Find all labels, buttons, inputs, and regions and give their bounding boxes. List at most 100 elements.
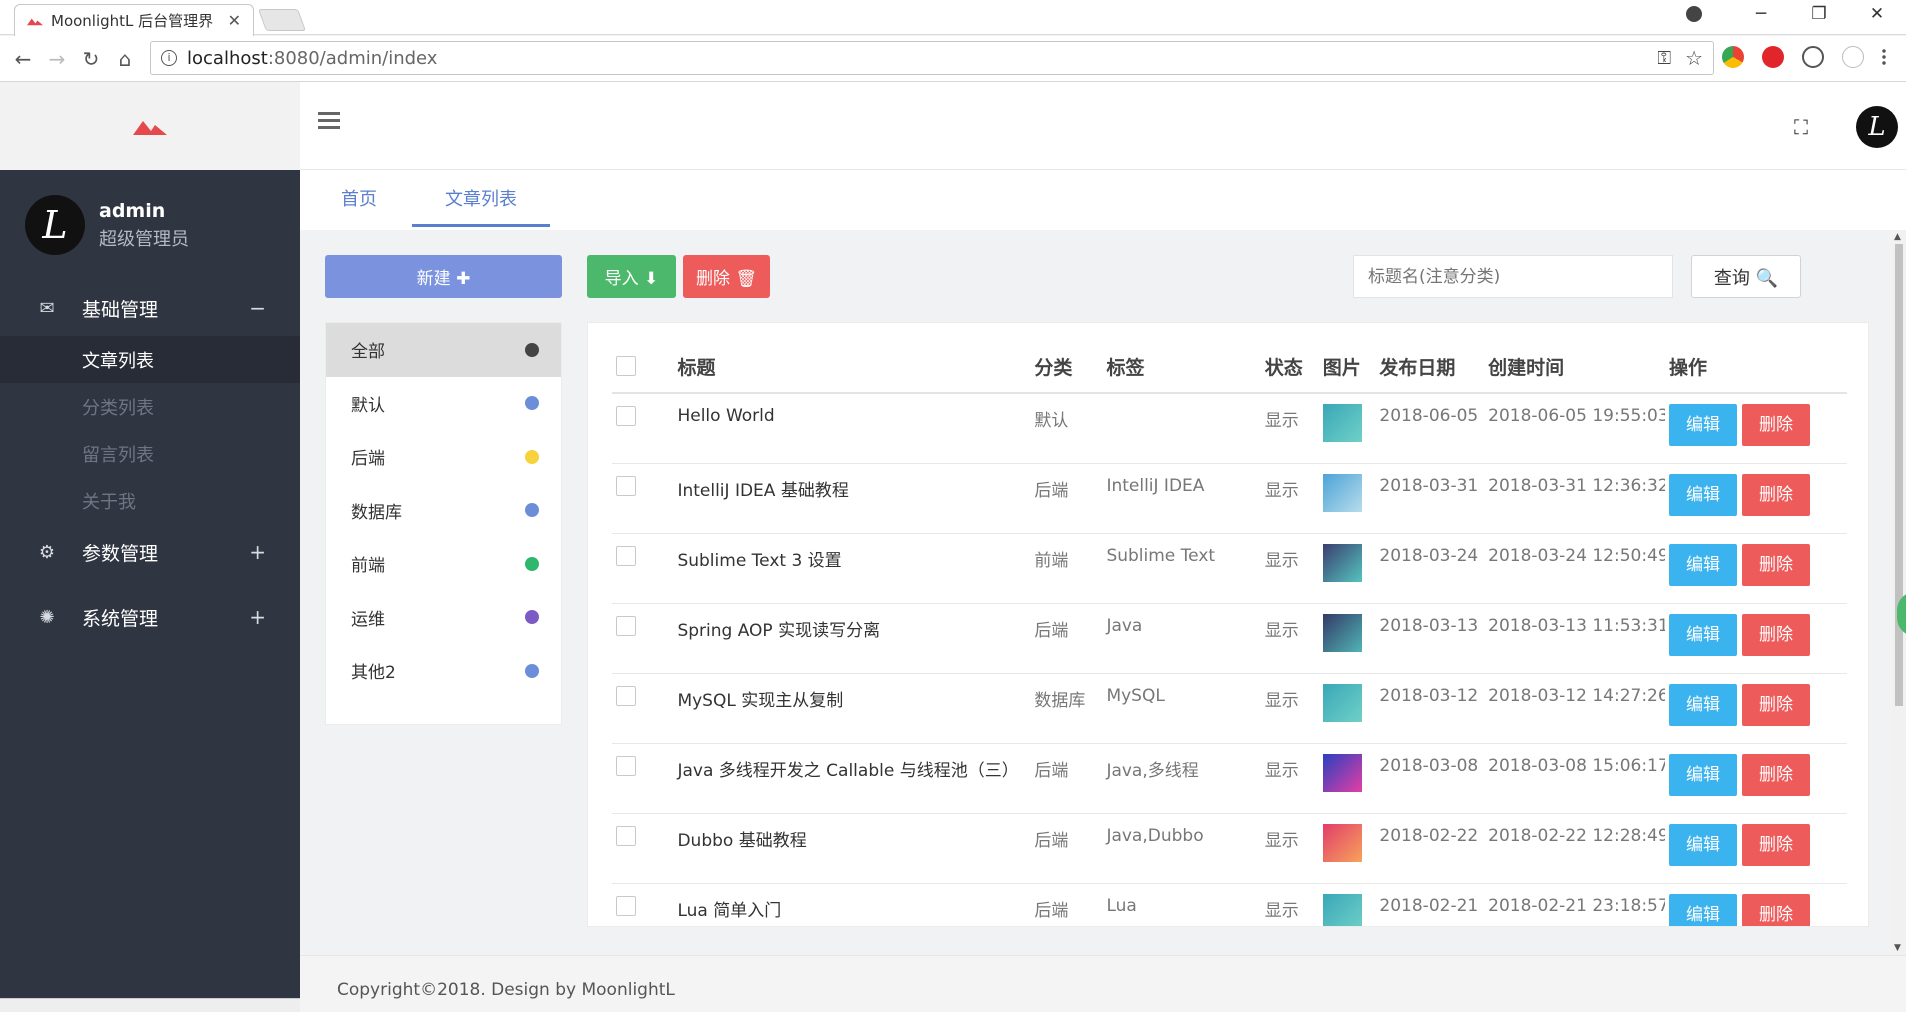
row-checkbox[interactable] — [616, 545, 636, 566]
row-publish-date: 2018-03-08 — [1375, 743, 1485, 814]
reload-icon[interactable]: ↻ — [74, 47, 108, 71]
batch-delete-button[interactable]: 删除 🗑 — [683, 255, 770, 298]
browser-tab-title: MoonlightL 后台管理界 — [51, 12, 214, 30]
new-button[interactable]: 新建 ✚ — [325, 255, 562, 298]
edit-button[interactable]: 编辑 — [1668, 683, 1737, 726]
profile-icon[interactable] — [1686, 6, 1702, 22]
import-button[interactable]: 导入 ⬇ — [587, 255, 676, 298]
forward-icon[interactable]: → — [40, 47, 74, 71]
extension-icon[interactable] — [1842, 46, 1864, 68]
edit-button[interactable]: 编辑 — [1668, 543, 1737, 586]
browser-tab[interactable]: MoonlightL 后台管理界 ✕ — [14, 4, 254, 36]
delete-button[interactable]: 删除 — [1741, 893, 1810, 926]
row-category: 前端 — [1030, 533, 1103, 604]
close-icon[interactable]: ✕ — [228, 11, 241, 30]
header-avatar[interactable]: L — [1856, 106, 1898, 148]
tab-article-list[interactable]: 文章列表 — [412, 170, 550, 227]
opera-extension-icon[interactable] — [1762, 46, 1784, 68]
edit-button[interactable]: 编辑 — [1668, 613, 1737, 656]
row-thumbnail — [1322, 404, 1362, 442]
edit-button[interactable]: 编辑 — [1668, 473, 1737, 516]
star-icon[interactable]: ☆ — [1685, 46, 1703, 70]
row-status: 显示 — [1260, 533, 1319, 604]
tab-home[interactable]: 首页 — [320, 170, 398, 227]
submenu-item-messages[interactable]: 留言列表 — [0, 430, 300, 477]
row-publish-date: 2018-06-05 — [1375, 393, 1485, 464]
user-role: 超级管理员 — [99, 228, 189, 250]
page-scrollbar[interactable]: ▲ ▼ — [1892, 230, 1906, 955]
moonlight-logo-icon — [27, 18, 43, 25]
menu-group-label: 参数管理 — [82, 542, 159, 565]
sync-extension-icon[interactable] — [1802, 46, 1824, 68]
more-menu-icon[interactable] — [1882, 48, 1886, 66]
menu-group-system[interactable]: ✺ 系统管理 + — [0, 586, 300, 648]
query-button[interactable]: 查询 🔍 — [1691, 255, 1801, 298]
edit-button[interactable]: 编辑 — [1668, 823, 1737, 866]
submenu-item-articles[interactable]: 文章列表 — [0, 336, 300, 383]
row-checkbox[interactable] — [616, 475, 636, 496]
scroll-up-icon[interactable]: ▲ — [1894, 232, 1901, 242]
menu-group-basic[interactable]: ✉ 基础管理 − — [0, 280, 300, 336]
category-label: 运维 — [351, 609, 385, 630]
row-checkbox[interactable] — [616, 615, 636, 636]
collapse-icon[interactable]: − — [249, 296, 266, 320]
category-item[interactable]: 后端 — [326, 430, 561, 484]
key-icon[interactable]: ⚿ — [1657, 48, 1671, 69]
category-item[interactable]: 其他2 — [326, 644, 561, 698]
delete-button[interactable]: 删除 — [1741, 613, 1810, 656]
delete-button[interactable]: 删除 — [1741, 404, 1810, 446]
category-item[interactable]: 前端 — [326, 537, 561, 591]
row-title: Sublime Text 3 设置 — [673, 533, 1031, 604]
edit-button[interactable]: 编辑 — [1668, 404, 1737, 446]
delete-button[interactable]: 删除 — [1741, 683, 1810, 726]
category-dot-icon — [525, 449, 539, 464]
row-checkbox[interactable] — [616, 825, 636, 846]
row-category: 后端 — [1030, 603, 1103, 674]
row-thumbnail — [1322, 473, 1362, 512]
delete-button[interactable]: 删除 — [1741, 823, 1810, 866]
url-path: :8080/admin/index — [267, 47, 438, 69]
select-all-checkbox[interactable] — [616, 356, 636, 376]
submenu-item-categories[interactable]: 分类列表 — [0, 383, 300, 430]
category-item[interactable]: 全部 — [326, 323, 561, 377]
menu-toggle-icon[interactable] — [318, 112, 340, 130]
address-bar[interactable]: i localhost :8080/admin/index ⚿ ☆ — [150, 41, 1714, 75]
table-header-row: 标题 分类 标签 状态 图片 发布日期 创建时间 操作 — [612, 341, 1847, 394]
delete-button[interactable]: 删除 — [1741, 753, 1810, 796]
category-item[interactable]: 运维 — [326, 591, 561, 645]
row-checkbox[interactable] — [616, 406, 636, 426]
menu-group-params[interactable]: ⚙ 参数管理 + — [0, 524, 300, 580]
delete-button[interactable]: 删除 — [1741, 543, 1810, 586]
scrollbar-thumb[interactable] — [1895, 244, 1903, 706]
fullscreen-icon[interactable]: ⛶ — [1794, 115, 1808, 139]
edit-button[interactable]: 编辑 — [1668, 753, 1737, 796]
row-publish-date: 2018-03-24 — [1375, 533, 1485, 604]
edit-button[interactable]: 编辑 — [1668, 893, 1737, 926]
minimize-icon[interactable]: ─ — [1732, 4, 1790, 24]
expand-icon[interactable]: + — [249, 540, 266, 564]
category-item[interactable]: 数据库 — [326, 484, 561, 538]
expand-icon[interactable]: + — [249, 605, 266, 629]
home-icon[interactable]: ⌂ — [108, 47, 142, 71]
status-bar — [0, 998, 300, 1012]
row-created-time: 2018-03-12 14:27:26 — [1484, 673, 1665, 744]
restore-icon[interactable]: ❐ — [1790, 4, 1848, 24]
row-checkbox[interactable] — [616, 685, 636, 706]
info-icon[interactable]: i — [161, 50, 177, 66]
search-input[interactable] — [1353, 255, 1673, 298]
avatar[interactable]: L — [25, 195, 85, 255]
row-checkbox[interactable] — [616, 895, 636, 916]
category-item[interactable]: 默认 — [326, 377, 561, 431]
chrome-extension-icon[interactable] — [1722, 46, 1744, 68]
back-icon[interactable]: ← — [6, 47, 40, 71]
delete-button[interactable]: 删除 — [1741, 473, 1810, 516]
category-label: 数据库 — [351, 502, 402, 523]
table-row: Java 多线程开发之 Callable 与线程池（三） 后端 Java,多线程 显示… — [612, 743, 1847, 814]
category-label: 默认 — [351, 395, 385, 416]
window-close-icon[interactable]: ✕ — [1848, 4, 1906, 24]
scroll-down-icon[interactable]: ▼ — [1894, 943, 1901, 953]
row-tags: Lua — [1102, 883, 1261, 926]
new-tab-button[interactable] — [257, 9, 307, 31]
submenu-item-about[interactable]: 关于我 — [0, 477, 300, 524]
row-checkbox[interactable] — [616, 755, 636, 776]
